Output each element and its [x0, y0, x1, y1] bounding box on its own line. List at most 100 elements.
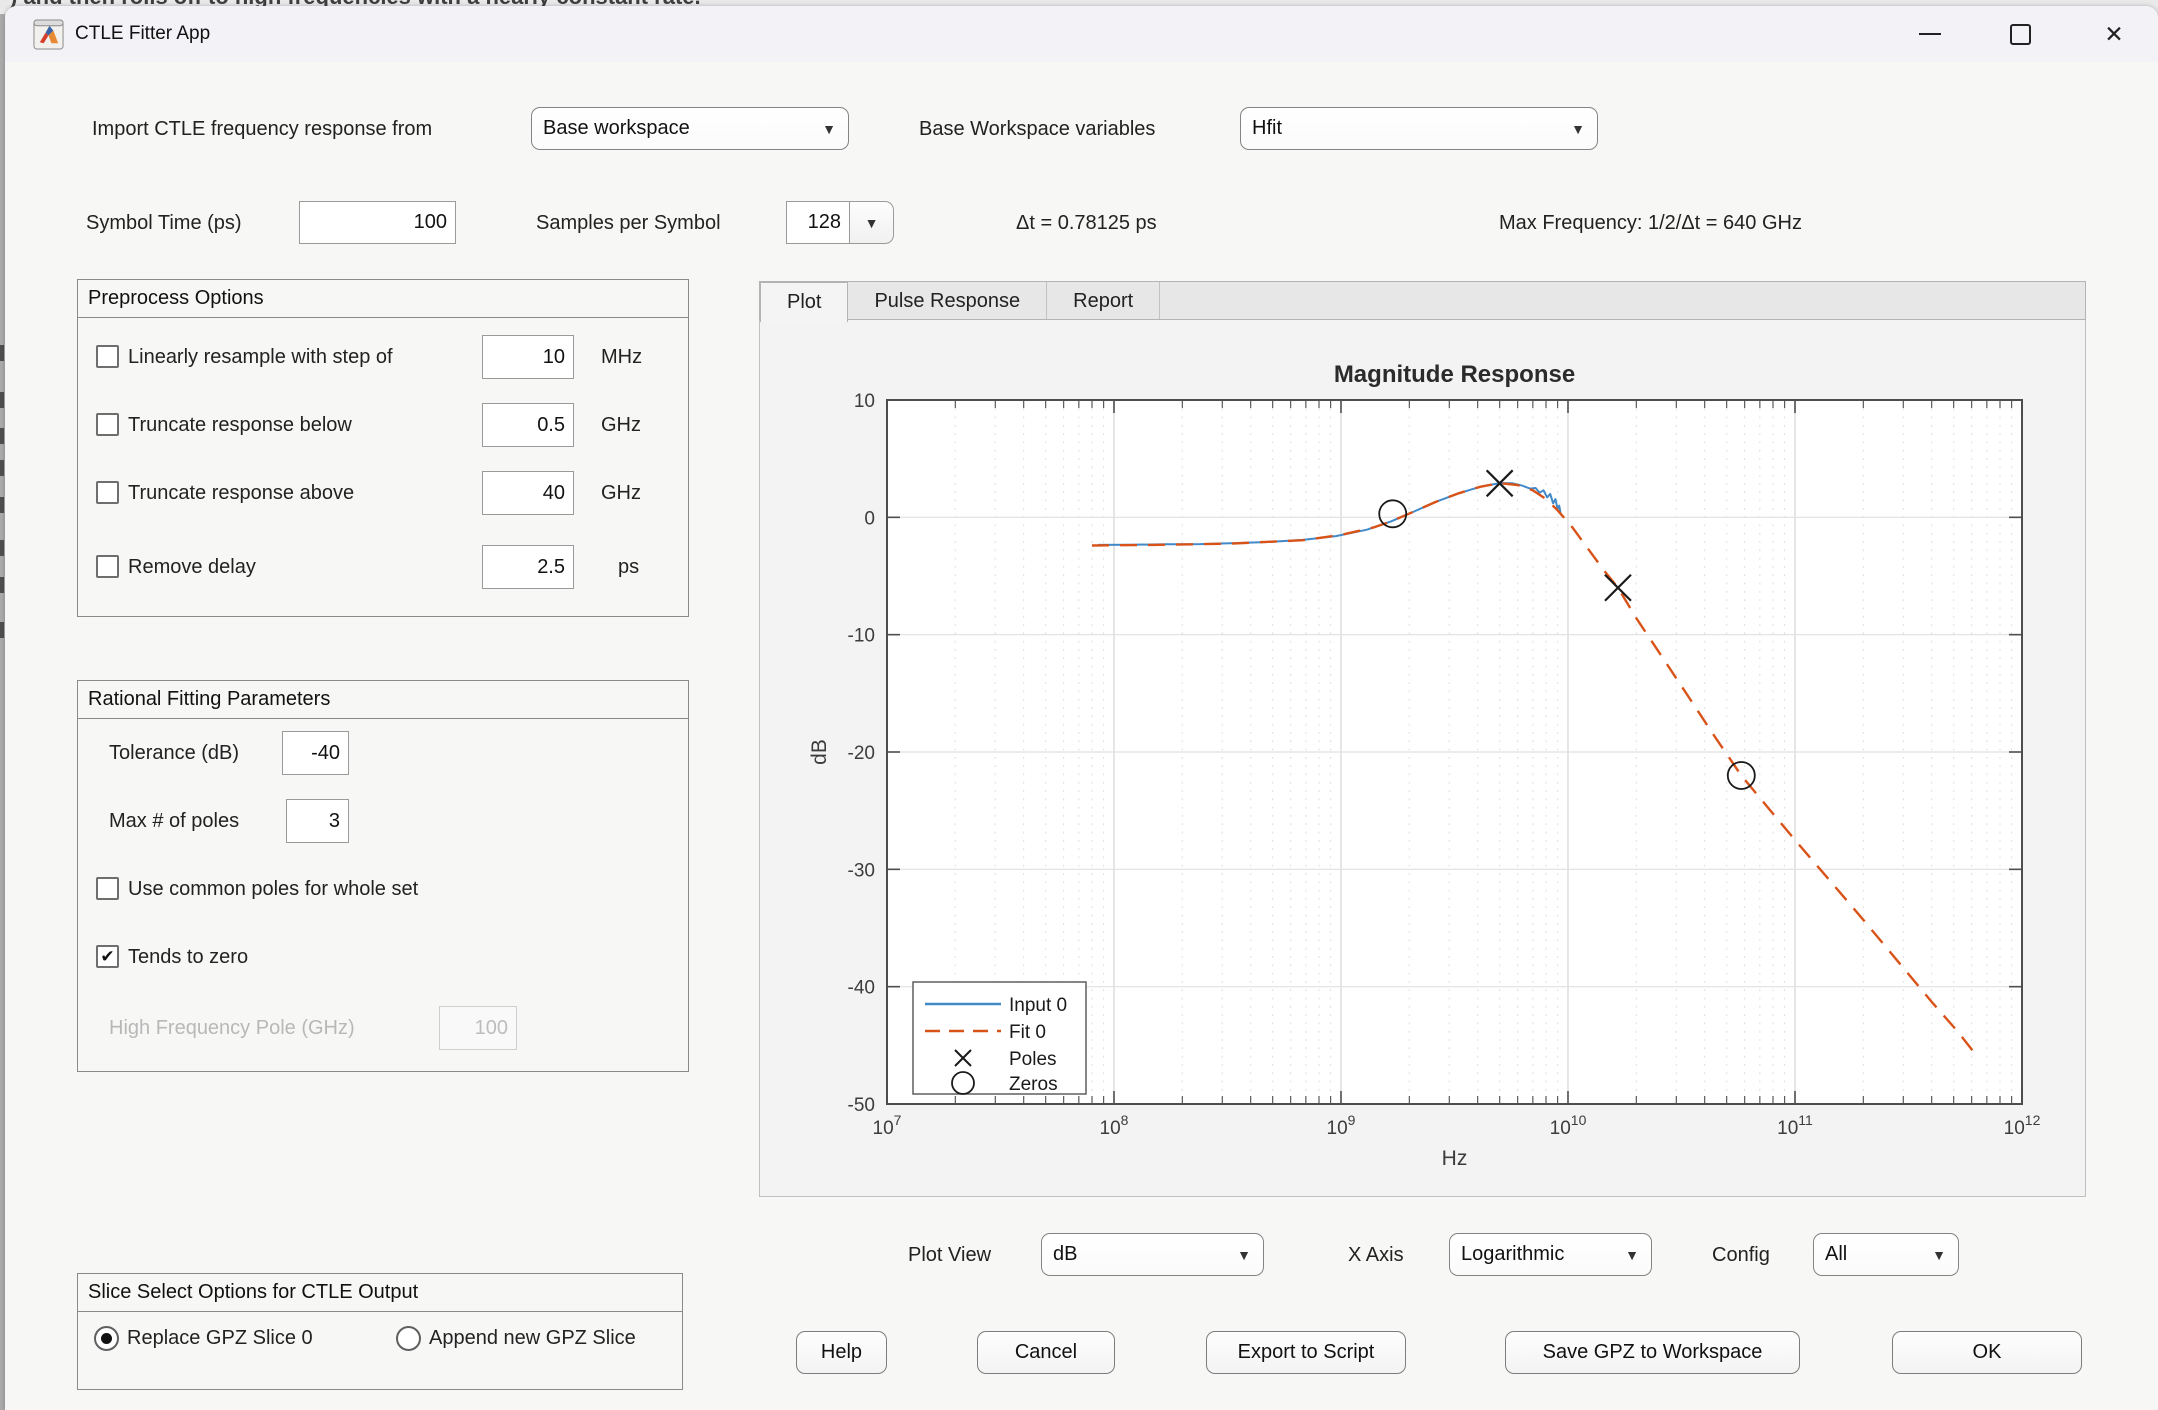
import-source-dropdown[interactable]: Base workspace ▼	[531, 107, 849, 150]
export-to-script-button[interactable]: Export to Script	[1206, 1331, 1406, 1374]
maximize-button[interactable]	[1994, 14, 2046, 54]
replace-gpz-label: Replace GPZ Slice 0	[127, 1327, 313, 1350]
close-icon: ✕	[2104, 23, 2123, 46]
ok-button[interactable]: OK	[1892, 1331, 2082, 1374]
tolerance-input[interactable]: -40	[282, 731, 349, 775]
titlebar: CTLE Fitter App ✕	[5, 6, 2158, 62]
matlab-app-icon	[33, 19, 64, 50]
svg-text:109: 109	[1327, 1112, 1356, 1139]
background-edge-mark	[0, 577, 4, 593]
svg-text:-10: -10	[848, 626, 875, 647]
linearly-resample-checkbox[interactable]	[96, 345, 119, 368]
minimize-icon	[1919, 33, 1941, 35]
window-title: CTLE Fitter App	[75, 23, 210, 45]
config-value: All	[1825, 1243, 1847, 1266]
svg-text:-30: -30	[848, 860, 875, 881]
append-gpz-label: Append new GPZ Slice	[429, 1327, 636, 1350]
remove-delay-input[interactable]: 2.5	[482, 545, 574, 589]
svg-text:1010: 1010	[1550, 1112, 1587, 1139]
chevron-down-icon: ▼	[865, 215, 879, 231]
truncate-below-label: Truncate response below	[128, 414, 352, 437]
max-poles-label: Max # of poles	[109, 810, 239, 833]
background-edge-mark	[0, 460, 4, 476]
svg-text:Zeros: Zeros	[1009, 1074, 1058, 1095]
samples-per-symbol-label: Samples per Symbol	[536, 212, 721, 235]
remove-delay-label: Remove delay	[128, 556, 256, 579]
svg-text:108: 108	[1100, 1112, 1129, 1139]
background-edge-mark	[0, 497, 4, 513]
truncate-above-unit: GHz	[601, 482, 641, 505]
x-axis-dropdown[interactable]: Logarithmic ▼	[1449, 1233, 1652, 1276]
samples-per-symbol-dropdown-button[interactable]: ▼	[850, 201, 894, 244]
magnitude-response-chart: Magnitude ResponseHzdB100-10-20-30-40-50…	[759, 320, 2086, 1197]
high-freq-pole-input: 100	[439, 1006, 517, 1050]
svg-text:-50: -50	[848, 1095, 875, 1116]
svg-text:1012: 1012	[2004, 1112, 2041, 1139]
symbol-time-label: Symbol Time (ps)	[86, 212, 242, 235]
truncate-below-checkbox[interactable]	[96, 413, 119, 436]
truncate-above-checkbox[interactable]	[96, 481, 119, 504]
help-button[interactable]: Help	[796, 1331, 887, 1374]
rational-fitting-panel: Rational Fitting Parameters	[77, 680, 689, 1072]
common-poles-checkbox[interactable]	[96, 877, 119, 900]
workspace-vars-value: Hfit	[1252, 117, 1282, 140]
tab-plot[interactable]: Plot	[760, 282, 848, 322]
import-source-label: Import CTLE frequency response from	[92, 118, 432, 141]
plot-view-dropdown[interactable]: dB ▼	[1041, 1233, 1264, 1276]
truncate-above-input[interactable]: 40	[482, 471, 574, 515]
workspace-vars-dropdown[interactable]: Hfit ▼	[1240, 107, 1598, 150]
samples-per-symbol-value[interactable]: 128	[786, 201, 850, 244]
svg-text:107: 107	[873, 1112, 902, 1139]
config-dropdown[interactable]: All ▼	[1813, 1233, 1959, 1276]
plot-view-label: Plot View	[908, 1244, 991, 1267]
svg-text:Poles: Poles	[1009, 1049, 1057, 1070]
rational-fitting-title: Rational Fitting Parameters	[78, 681, 688, 719]
svg-text:-40: -40	[848, 978, 875, 999]
chevron-down-icon: ▼	[1625, 1247, 1639, 1263]
remove-delay-checkbox[interactable]	[96, 555, 119, 578]
plot-tabstrip: Plot Pulse Response Report	[759, 281, 2086, 320]
svg-text:dB: dB	[808, 739, 831, 765]
tolerance-label: Tolerance (dB)	[109, 742, 239, 765]
background-edge-mark	[0, 540, 4, 556]
max-frequency-text: Max Frequency: 1/2/Δt = 640 GHz	[1499, 212, 1802, 235]
svg-text:Hz: Hz	[1442, 1147, 1468, 1170]
import-source-value: Base workspace	[543, 117, 690, 140]
replace-gpz-radio[interactable]	[94, 1326, 119, 1351]
tab-report[interactable]: Report	[1047, 282, 1160, 320]
resample-step-input[interactable]: 10	[482, 335, 574, 379]
remove-delay-unit: ps	[618, 556, 639, 579]
chevron-down-icon: ▼	[822, 121, 836, 137]
cancel-button[interactable]: Cancel	[977, 1331, 1115, 1374]
common-poles-label: Use common poles for whole set	[128, 878, 418, 901]
svg-text:10: 10	[854, 391, 875, 412]
svg-text:1011: 1011	[1777, 1112, 1813, 1139]
slice-select-title: Slice Select Options for CTLE Output	[78, 1274, 682, 1312]
background-edge-mark	[0, 392, 4, 408]
maximize-icon	[2010, 24, 2031, 45]
tends-to-zero-checkbox[interactable]	[96, 945, 119, 968]
resample-step-unit: MHz	[601, 346, 642, 369]
symbol-time-input[interactable]: 100	[299, 201, 456, 244]
svg-text:-20: -20	[848, 743, 875, 764]
svg-text:Input 0: Input 0	[1009, 995, 1067, 1016]
truncate-above-label: Truncate response above	[128, 482, 354, 505]
svg-text:Fit 0: Fit 0	[1009, 1022, 1046, 1043]
max-poles-input[interactable]: 3	[286, 799, 349, 843]
background-edge-mark	[0, 428, 4, 444]
high-freq-pole-label: High Frequency Pole (GHz)	[109, 1017, 355, 1040]
minimize-button[interactable]	[1904, 14, 1956, 54]
tab-pulse-response[interactable]: Pulse Response	[848, 282, 1047, 320]
x-axis-value: Logarithmic	[1461, 1243, 1564, 1266]
append-gpz-radio[interactable]	[396, 1326, 421, 1351]
save-gpz-button[interactable]: Save GPZ to Workspace	[1505, 1331, 1800, 1374]
svg-text:0: 0	[864, 508, 875, 529]
config-label: Config	[1712, 1244, 1770, 1267]
chevron-down-icon: ▼	[1932, 1247, 1946, 1263]
truncate-below-unit: GHz	[601, 414, 641, 437]
background-edge-mark	[0, 345, 4, 361]
truncate-below-input[interactable]: 0.5	[482, 403, 574, 447]
x-axis-label: X Axis	[1348, 1244, 1404, 1267]
preprocess-options-title: Preprocess Options	[78, 280, 688, 318]
close-button[interactable]: ✕	[2088, 14, 2140, 54]
